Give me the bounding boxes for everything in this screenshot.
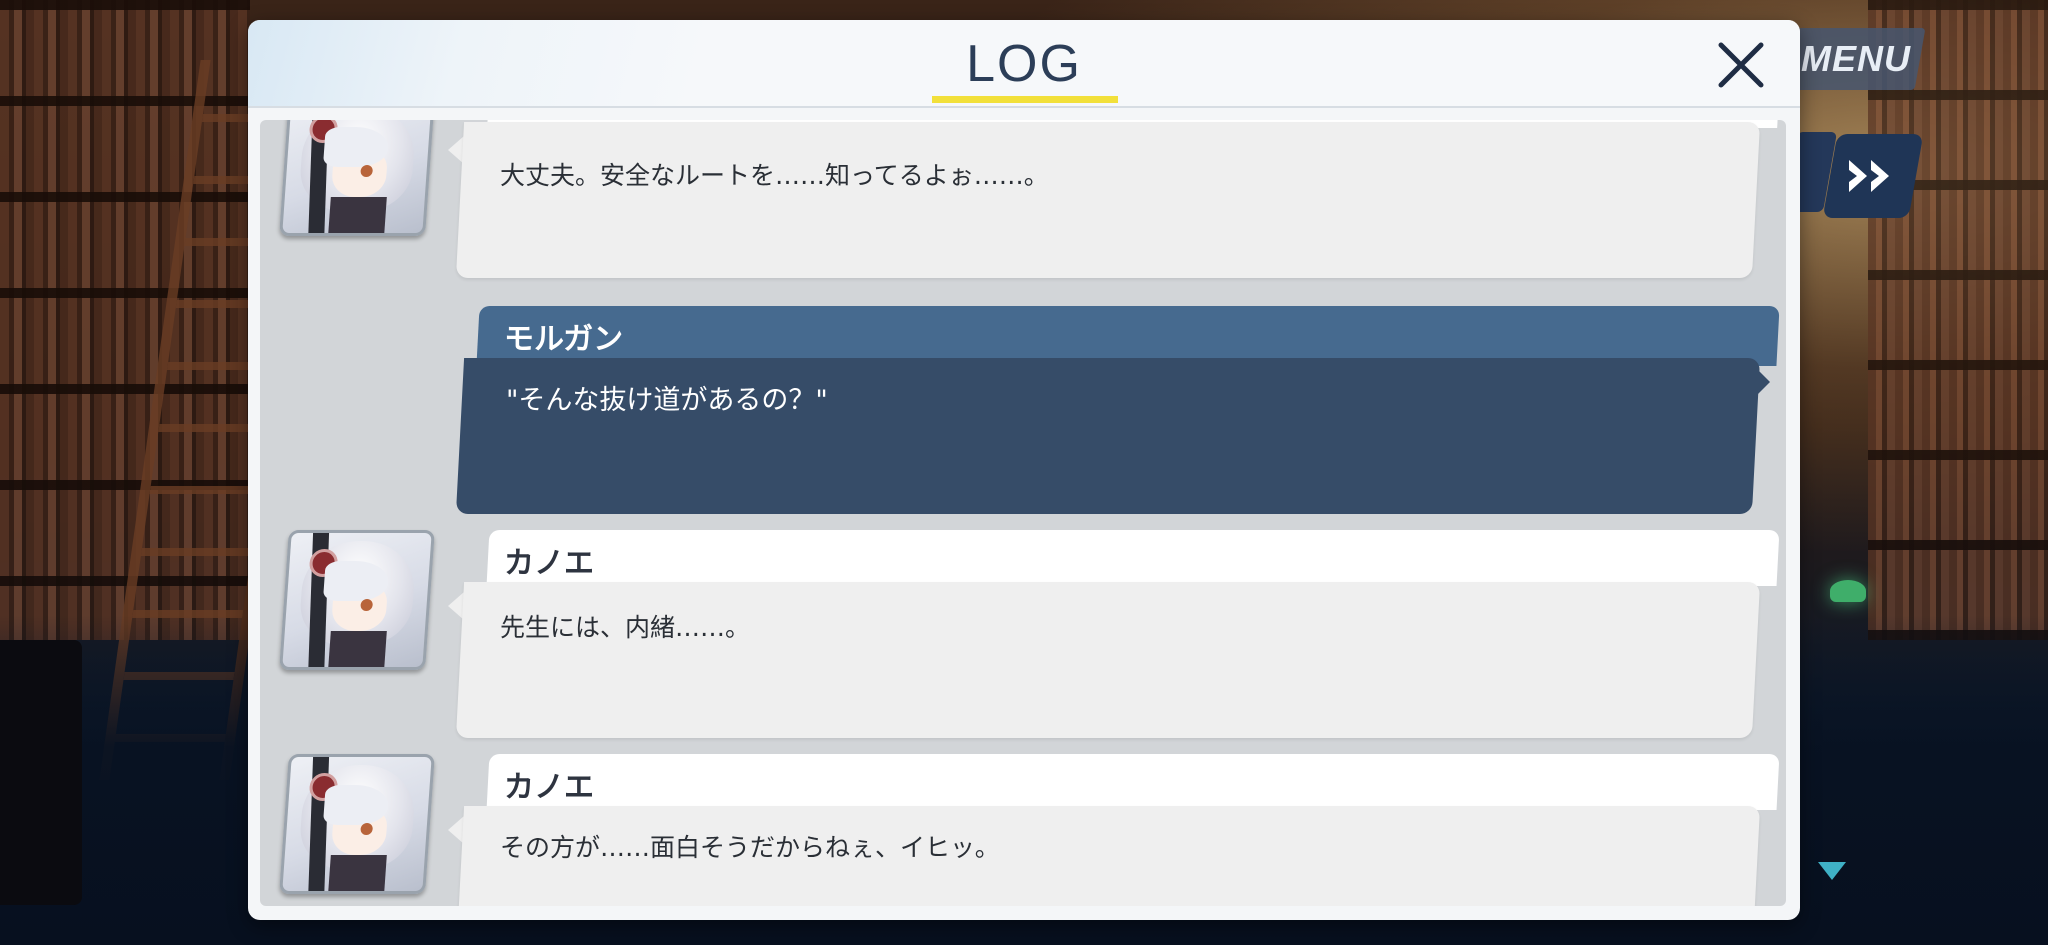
speaker-name: カノエ <box>504 546 594 581</box>
log-window: LOG 大丈夫。安全なルートを……知ってるよぉ……。 モルガン "そんな抜け道が… <box>248 20 1800 920</box>
log-list[interactable]: 大丈夫。安全なルートを……知ってるよぉ……。 モルガン "そんな抜け道があるの？… <box>260 120 1786 906</box>
close-icon <box>1718 42 1764 88</box>
dialogue-box <box>455 582 1761 738</box>
bookshelf-right <box>1868 0 2048 640</box>
log-header: LOG <box>248 20 1800 108</box>
menu-button-label: MENU <box>1801 38 1911 79</box>
speech-pointer <box>1754 366 1770 398</box>
speaker-band <box>486 530 1780 586</box>
dialogue-text: "そんな抜け道があるの？" <box>506 385 828 416</box>
menu-button[interactable]: MENU <box>1786 28 1926 90</box>
dialogue-text: 大丈夫。安全なルートを……知ってるよぉ……。 <box>500 161 1049 190</box>
character-portrait <box>279 120 435 236</box>
fast-forward-icon <box>1849 160 1889 192</box>
dialogue-box <box>455 122 1761 278</box>
fast-forward-button[interactable] <box>1822 134 1924 218</box>
speaker-band <box>486 754 1780 810</box>
green-lamp <box>1830 580 1866 602</box>
speaker-name: モルガン <box>504 322 624 357</box>
speaker-name: カノエ <box>504 770 594 805</box>
left-panel-shade <box>0 640 82 905</box>
character-portrait <box>279 754 435 894</box>
log-title: LOG <box>966 35 1082 93</box>
log-title-underline <box>932 96 1118 103</box>
scroll-down-icon <box>1818 862 1846 880</box>
close-button[interactable] <box>1710 34 1772 96</box>
dialogue-text: 先生には、内緒……。 <box>500 613 751 642</box>
speaker-band <box>476 306 1780 366</box>
character-portrait <box>279 530 435 670</box>
dialogue-text: その方が……面白そうだからねぇ、イヒッ。 <box>500 833 1000 862</box>
